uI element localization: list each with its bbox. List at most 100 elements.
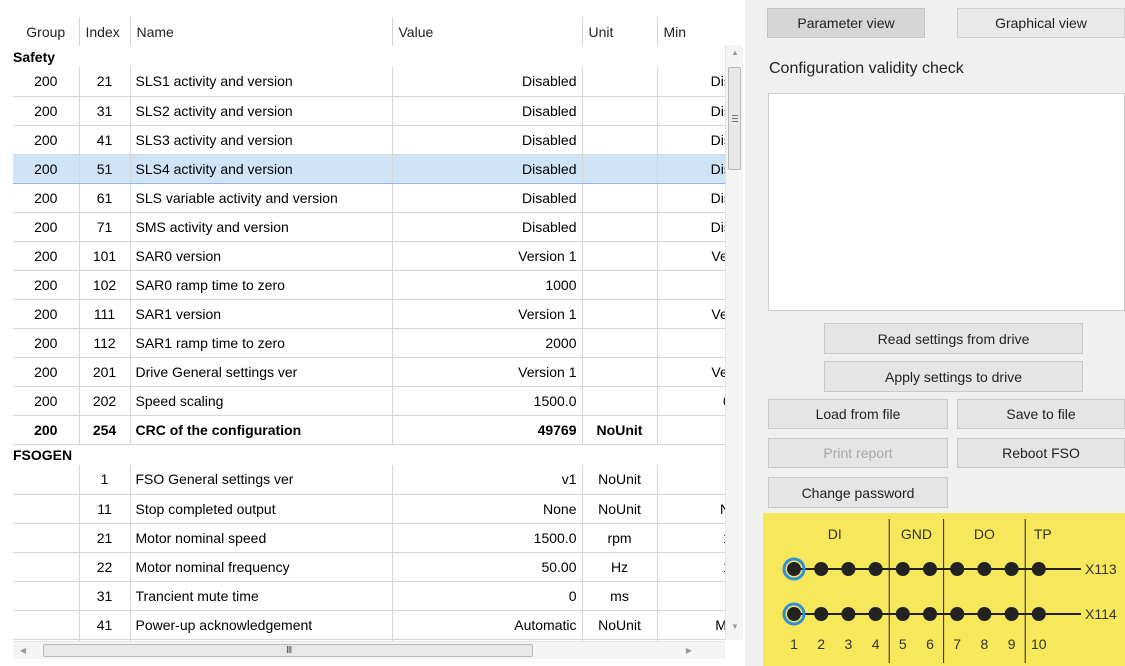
table-row[interactable]: 200 21 SLS1 activity and version Disabled Di… [13,67,725,97]
section-header-row[interactable]: Safety [13,46,725,67]
print-report-button[interactable]: Print report [768,438,948,468]
table-row[interactable]: 200111SAR1 versionVersion 1 Versi [13,299,725,329]
connector-pin[interactable] [787,562,801,576]
cell-group: 200 [13,357,80,387]
cell-value[interactable]: 1500.0 [392,523,583,553]
table-row[interactable]: 200 51 SLS4 activity and version Disabled Di… [13,153,725,184]
change-password-button[interactable]: Change password [768,477,948,508]
connector-pin[interactable] [895,562,910,576]
table-row[interactable]: 31Trancient mute time0ms0 [13,581,725,611]
connector-pin[interactable] [1031,607,1046,621]
table-row[interactable]: 1FSO General settings verv1NoUnitv1 [13,465,725,495]
table-row[interactable]: 200 31 SLS2 activity and version Disabled Di… [13,96,725,126]
cell-value[interactable]: Version 1 [392,241,583,271]
column-header-unit[interactable]: Unit [582,17,658,46]
cell-name: SAR1 ramp time to zero [130,328,393,358]
column-header-index[interactable]: Index [79,17,131,46]
cell-name: SLS3 activity and version [130,125,393,155]
connector-pin[interactable] [841,607,856,621]
table-row[interactable]: 200102SAR0 ramp time to zero1000 1 [13,270,725,300]
table-row[interactable]: 41 Power-up acknowledgement Automatic NoUni… [13,610,725,640]
cell-value[interactable]: Disabled [392,67,583,97]
group-label-0: DI [828,526,842,542]
connector-pin[interactable] [950,607,965,621]
cell-value[interactable]: 0 [392,581,583,611]
cell-index: 112 [79,328,131,358]
horizontal-scrollbar[interactable]: ◀ III ▶ [13,641,725,659]
connector-pin[interactable] [787,607,801,621]
horizontal-scroll-thumb[interactable]: III [43,644,533,657]
column-header-name[interactable]: Name [130,17,393,46]
connector-pin[interactable] [814,562,829,576]
cell-group: 200 [13,328,80,358]
connector-pin[interactable] [868,607,883,621]
cell-value[interactable]: Disabled [392,212,583,242]
reboot-fso-button[interactable]: Reboot FSO [957,438,1125,468]
cell-value[interactable]: 2000 [392,328,583,358]
connector-pin[interactable] [814,607,829,621]
scroll-down-arrow-icon[interactable]: ▼ [726,619,744,635]
table-row[interactable]: 22Motor nominal frequency50.00Hz1.0 [13,552,725,582]
connector-pin[interactable] [923,562,937,576]
table-row[interactable]: 200 254 CRC of the configuration 49769 NoUni… [13,415,725,445]
connector-pin[interactable] [977,562,992,576]
column-header-min[interactable]: Min [657,17,725,46]
table-row[interactable]: 11Stop completed outputNoneNoUnitNor [13,494,725,524]
cell-value[interactable]: 49769 [392,415,583,445]
cell-min: Versi [657,241,725,271]
cell-value[interactable]: Version 1 [392,299,583,329]
validity-check-output[interactable] [768,93,1125,311]
connector-pin[interactable] [1004,607,1019,621]
cell-value[interactable]: Disabled [392,125,583,155]
table-row[interactable]: 200101SAR0 versionVersion 1 Versi [13,241,725,271]
column-header-value[interactable]: Value [392,17,583,46]
column-header-group[interactable]: Group [13,17,80,46]
cell-value[interactable]: Disabled [392,153,583,184]
table-row[interactable]: 200 201 Drive General settings ver Version … [13,357,725,387]
table-row[interactable]: 200202Speed scaling1500.0 0.0 [13,386,725,416]
right-control-panel: Parameter view Graphical view Configurat… [745,0,1125,666]
cell-index: 201 [79,357,131,387]
cell-value[interactable]: 50.00 [392,552,583,582]
table-row[interactable]: 200 61 SLS variable activity and version Di… [13,183,725,213]
connector-pin[interactable] [895,607,910,621]
cell-value[interactable]: None [392,494,583,524]
connector-pin[interactable] [977,607,992,621]
connector-pin[interactable] [923,607,937,621]
vertical-scrollbar[interactable]: ▲ ▼ [725,45,743,640]
scroll-up-arrow-icon[interactable]: ▲ [726,45,744,61]
section-header-row[interactable]: FSOGEN [13,444,725,465]
connector-pin[interactable] [841,562,856,576]
cell-value[interactable]: v1 [392,465,583,495]
table-row[interactable]: 200 41 SLS3 activity and version Disabled Di… [13,125,725,155]
apply-settings-button[interactable]: Apply settings to drive [824,361,1083,392]
connector-pin[interactable] [950,562,965,576]
scroll-right-arrow-icon[interactable]: ▶ [681,642,697,660]
connector-pin[interactable] [1004,562,1019,576]
cell-name: Motor nominal frequency [130,552,393,582]
scroll-left-arrow-icon[interactable]: ◀ [15,642,31,660]
connector-pin[interactable] [868,562,883,576]
connector-pin[interactable] [1031,562,1046,576]
cell-value[interactable]: Version 1 [392,357,583,387]
table-row[interactable]: 200112SAR1 ramp time to zero2000 0 [13,328,725,358]
save-to-file-button[interactable]: Save to file [957,399,1125,429]
cell-unit [582,125,658,155]
cell-name: SMS activity and version [130,212,393,242]
table-row[interactable]: 21Motor nominal speed1500.0rpm1.0 [13,523,725,553]
cell-value[interactable]: 1000 [392,270,583,300]
table-row[interactable]: 20071SMS activity and versionDisabled Dis… [13,212,725,242]
cell-value[interactable]: Disabled [392,96,583,126]
cell-name: Stop completed output [130,494,393,524]
cell-value[interactable]: 1500.0 [392,386,583,416]
cell-min: Disat [657,96,725,126]
grip-line [732,121,738,122]
load-from-file-button[interactable]: Load from file [768,399,948,429]
cell-unit [582,67,658,97]
cell-value[interactable]: Disabled [392,183,583,213]
vertical-scroll-thumb[interactable] [728,67,741,170]
tab-parameter-view[interactable]: Parameter view [767,8,925,38]
cell-value[interactable]: Automatic [392,610,583,640]
tab-graphical-view[interactable]: Graphical view [957,8,1125,38]
read-settings-button[interactable]: Read settings from drive [824,323,1083,354]
